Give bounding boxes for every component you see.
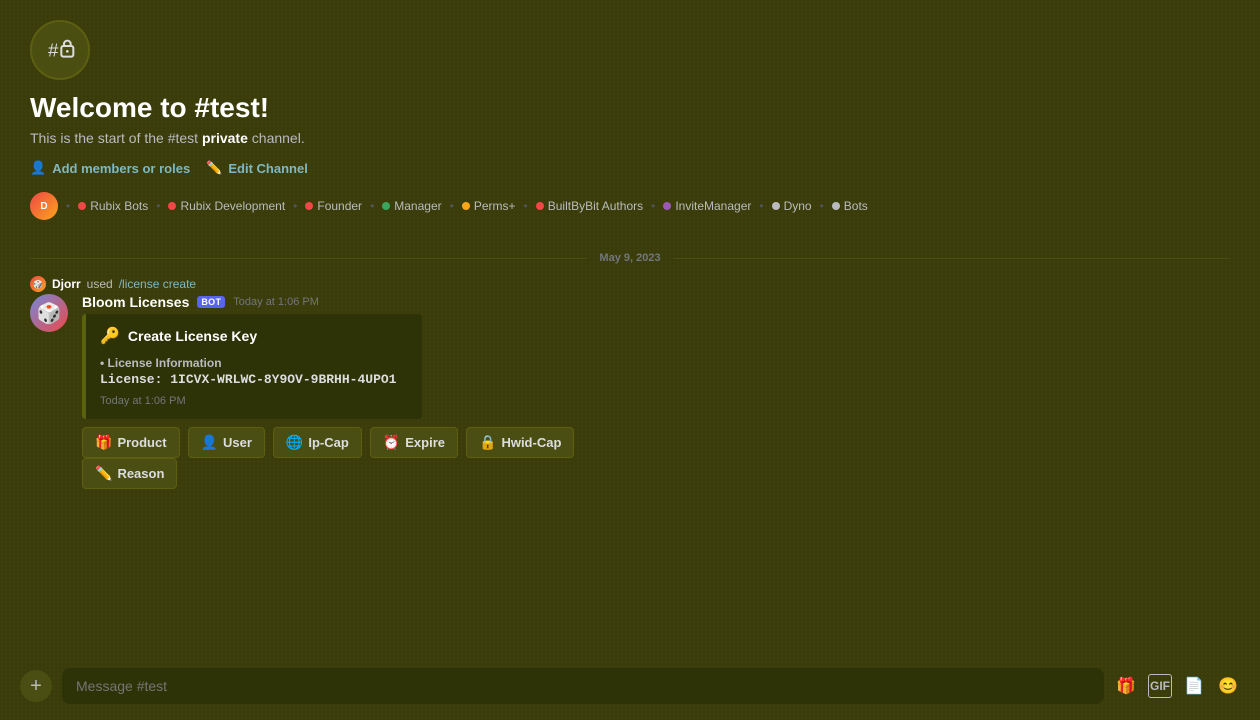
date-text: May 9, 2023 (599, 252, 660, 264)
message-body: Bloom Licenses BOT Today at 1:06 PM 🔑 Cr… (82, 294, 1230, 489)
command-used-row: 🎲 Djorr used /license create (30, 276, 1230, 292)
command-name: /license create (119, 277, 196, 291)
reason-button[interactable]: ✏️ Reason (82, 458, 177, 489)
message-author: Bloom Licenses (82, 294, 189, 310)
role-dot (663, 202, 671, 210)
main-content: # Welcome to #test! This is the start of… (0, 0, 1260, 720)
role-dot (772, 202, 780, 210)
ip-cap-icon: 🌐 (286, 434, 303, 451)
role-dyno: Dyno (772, 199, 812, 213)
date-divider: May 9, 2023 (30, 252, 1230, 264)
embed-card: 🔑 Create License Key • License Informati… (82, 314, 422, 419)
role-dot (305, 202, 313, 210)
embed-title: 🔑 Create License Key (100, 326, 408, 346)
role-perms: Perms+ (462, 199, 516, 213)
role-dot (78, 202, 86, 210)
embed-section-title: • License Information (100, 356, 408, 370)
channel-description: This is the start of the #test private c… (30, 130, 1230, 146)
reason-icon: ✏️ (95, 465, 112, 482)
hwid-icon: 🔒 (479, 434, 496, 451)
user-button[interactable]: 👤 User (188, 427, 265, 458)
command-user: Djorr (52, 277, 81, 291)
role-dot (832, 202, 840, 210)
message-group: 🎲 Bloom Licenses BOT Today at 1:06 PM 🔑 … (30, 294, 1230, 489)
djorr-small-avatar: 🎲 (30, 276, 46, 292)
embed-section: • License Information License: 1ICVX-WRL… (100, 356, 408, 387)
role-rubix-dev: Rubix Development (168, 199, 285, 213)
hash-lock-icon: # (44, 34, 76, 66)
key-icon: 🔑 (100, 326, 120, 346)
hwid-cap-button[interactable]: 🔒 Hwid-Cap (466, 427, 574, 458)
role-rubix-bots: Rubix Bots (78, 199, 148, 213)
edit-channel-button[interactable]: ✏️ Edit Channel (206, 160, 308, 176)
product-icon: 🎁 (95, 434, 112, 451)
role-dot (382, 202, 390, 210)
channel-icon: # (30, 20, 90, 80)
product-button[interactable]: 🎁 Product (82, 427, 180, 458)
message-header: Bloom Licenses BOT Today at 1:06 PM (82, 294, 1230, 310)
expire-button[interactable]: ⏰ Expire (370, 427, 458, 458)
role-invitemanager: InviteManager (663, 199, 751, 213)
expire-icon: ⏰ (383, 434, 400, 451)
role-dot (536, 202, 544, 210)
role-builtbybit: BuiltByBit Authors (536, 199, 643, 213)
pencil-icon: ✏️ (206, 160, 222, 176)
role-dot (168, 202, 176, 210)
message-timestamp: Today at 1:06 PM (233, 296, 319, 308)
avatar: D (30, 192, 58, 220)
channel-title: Welcome to #test! (30, 92, 1230, 124)
action-buttons-row2: ✏️ Reason (82, 458, 1230, 489)
embed-footer: Today at 1:06 PM (100, 395, 408, 407)
add-person-icon: 👤 (30, 160, 46, 176)
bot-badge: BOT (197, 296, 225, 308)
embed-license-value: License: 1ICVX-WRLWC-8Y9OV-9BRHH-4UPO1 (100, 372, 408, 387)
add-members-button[interactable]: 👤 Add members or roles (30, 160, 190, 176)
role-founder: Founder (305, 199, 362, 213)
ip-cap-button[interactable]: 🌐 Ip-Cap (273, 427, 362, 458)
user-icon: 👤 (201, 434, 218, 451)
channel-actions: 👤 Add members or roles ✏️ Edit Channel (30, 160, 1230, 176)
role-manager: Manager (382, 199, 441, 213)
role-bots: Bots (832, 199, 868, 213)
action-buttons: 🎁 Product 👤 User 🌐 Ip-Cap ⏰ Expire 🔒 (82, 427, 1230, 458)
role-dot (462, 202, 470, 210)
bot-avatar: 🎲 (30, 294, 68, 332)
svg-text:#: # (48, 40, 59, 61)
members-bar: D • Rubix Bots • Rubix Development • Fou… (30, 192, 1230, 220)
